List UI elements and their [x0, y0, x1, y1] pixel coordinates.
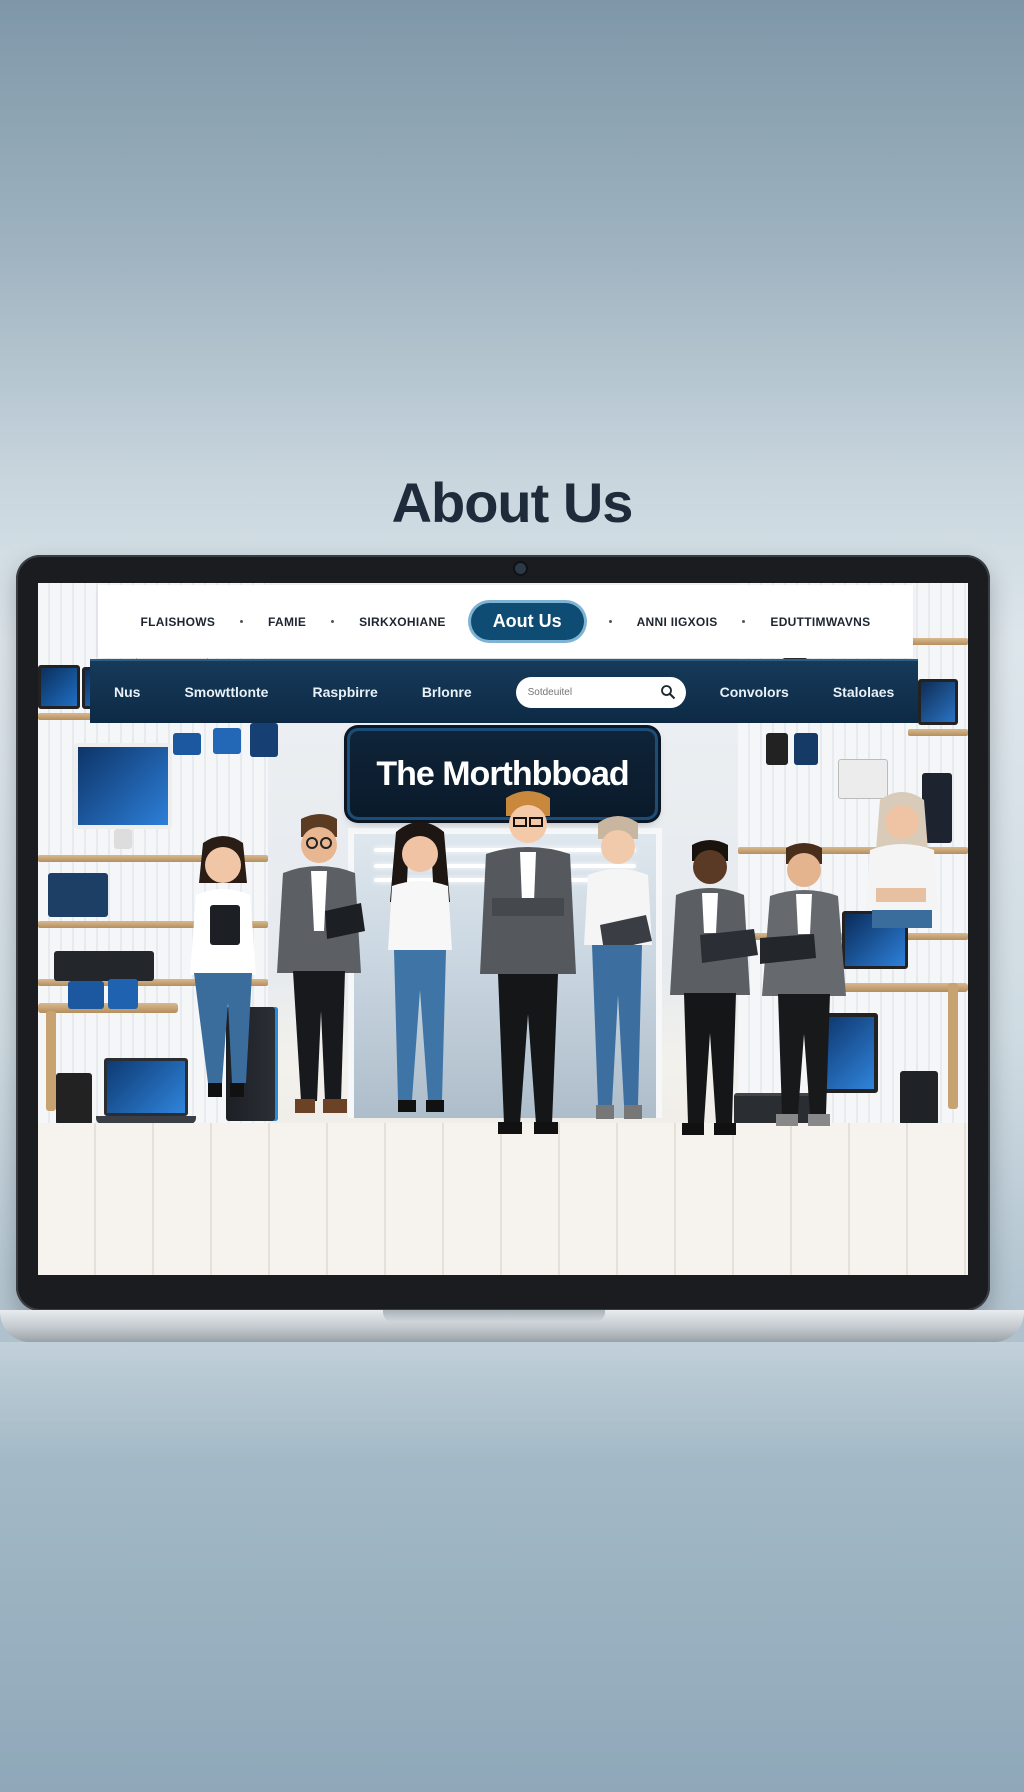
category-item[interactable]: Nus: [114, 684, 140, 700]
speaker-icon: [900, 1071, 938, 1125]
search-icon[interactable]: [660, 684, 676, 700]
separator-dot: [608, 620, 612, 623]
page: { "heading": "About Us", "top_nav": { "i…: [0, 0, 1024, 1792]
phone-icon: [794, 733, 818, 765]
staff-member-figure: [190, 836, 256, 1097]
search-box[interactable]: [515, 676, 686, 708]
category-item[interactable]: Raspbirre: [312, 684, 377, 700]
category-item[interactable]: Convolors: [720, 684, 789, 700]
staff-member-figure: [760, 843, 846, 1126]
category-item[interactable]: Brlonre: [422, 684, 472, 700]
tablet-icon: [213, 728, 241, 754]
desktop-monitor-icon: [74, 743, 172, 829]
nav-item[interactable]: ANNI IIGXOIS: [637, 615, 718, 629]
surface-reflection: [0, 1342, 1024, 1462]
staff-member-figure: [866, 792, 938, 928]
speaker-icon: [56, 1073, 92, 1125]
monitor-icon: [38, 665, 80, 709]
monitor-stand-icon: [114, 829, 132, 849]
device-icon: [48, 873, 108, 917]
nav-item[interactable]: FLAISHOWS: [140, 615, 215, 629]
table-leg: [948, 983, 958, 1109]
laptop-opening-notch: [383, 1310, 605, 1322]
separator-dot: [331, 620, 335, 623]
nav-item-about-us-active[interactable]: Aout Us: [470, 603, 584, 640]
monitor-icon: [918, 679, 958, 725]
shelf: [908, 729, 968, 736]
tablet-icon: [68, 981, 104, 1009]
website-screen: FLAISHOWS FAMIE SIRKXOHIANE Aout Us ANNI…: [38, 583, 968, 1275]
table-leg: [46, 1011, 56, 1111]
phone-icon: [766, 733, 788, 765]
tablet-icon: [173, 733, 201, 755]
staff-member-figure: [584, 816, 652, 1119]
top-navigation: FLAISHOWS FAMIE SIRKXOHIANE Aout Us ANNI…: [98, 585, 913, 658]
nav-item[interactable]: EDUTTIMWAVNS: [770, 615, 870, 629]
staff-member-figure: [277, 814, 365, 1113]
webcam-icon: [515, 563, 526, 574]
nav-item[interactable]: SIRKXOHIANE: [359, 615, 446, 629]
staff-member-figure: [388, 822, 452, 1112]
search-input[interactable]: [527, 686, 660, 698]
category-item[interactable]: Smowttlonte: [184, 684, 268, 700]
page-title: About Us: [391, 471, 634, 534]
separator-dot: [240, 620, 244, 623]
separator-dot: [742, 620, 746, 623]
router-icon: [54, 951, 154, 981]
tablet-icon: [108, 979, 138, 1009]
nav-item[interactable]: FAMIE: [268, 615, 306, 629]
category-item[interactable]: Stalolaes: [833, 684, 894, 700]
tablet-icon: [250, 723, 278, 757]
category-bar: Nus Smowttlonte Raspbirre Brlonre Convol…: [90, 659, 918, 723]
